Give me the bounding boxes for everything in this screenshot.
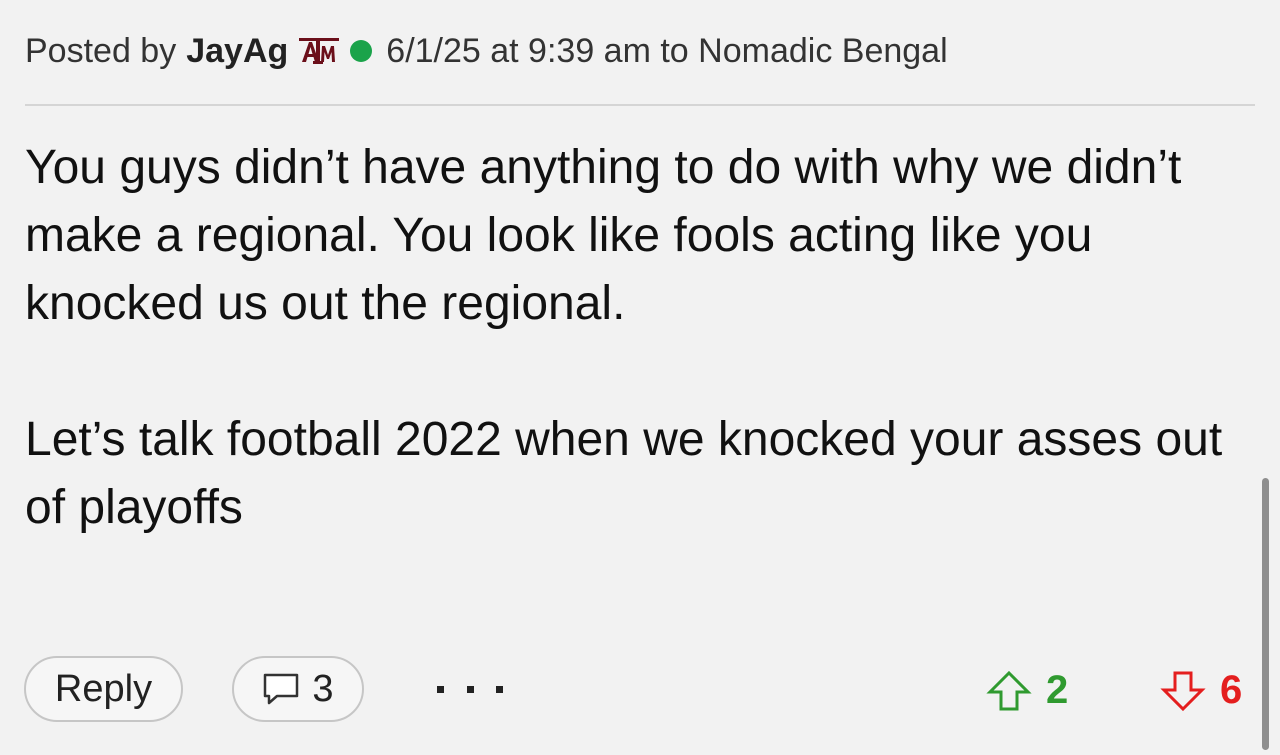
upvote-count: 2 bbox=[1046, 668, 1069, 712]
scrollbar[interactable] bbox=[1262, 478, 1269, 750]
more-dot bbox=[466, 685, 474, 693]
downvote-count: 6 bbox=[1220, 668, 1243, 712]
downvote-control[interactable]: 6 bbox=[1160, 668, 1242, 713]
post-timestamp: 6/1/25 at 9:39 am to Nomadic Bengal bbox=[386, 31, 948, 70]
reply-button-label: Reply bbox=[54, 667, 153, 710]
comments-button[interactable]: 3 bbox=[232, 656, 364, 722]
team-logo-icon bbox=[298, 34, 340, 68]
upvote-icon[interactable] bbox=[986, 670, 1032, 712]
posted-by-label: Posted by bbox=[25, 31, 177, 70]
online-status-icon bbox=[350, 40, 373, 62]
downvote-icon[interactable] bbox=[1160, 670, 1206, 712]
header-divider bbox=[25, 104, 1255, 106]
upvote-control[interactable]: 2 bbox=[986, 668, 1068, 713]
post-paragraph-1: You guys didn’t have anything to do with… bbox=[25, 141, 1182, 330]
post-body: You guys didn’t have anything to do with… bbox=[25, 134, 1255, 610]
post-actions: Reply 3 2 6 bbox=[0, 656, 1280, 728]
more-icon[interactable] bbox=[437, 674, 503, 704]
more-dot bbox=[437, 685, 444, 693]
reply-button[interactable]: Reply bbox=[24, 656, 183, 722]
post-header: Posted by JayAg 6/1/25 at 9:39 am to Nom… bbox=[25, 28, 948, 74]
comment-icon bbox=[262, 672, 300, 706]
post-paragraph-2: Let’s talk football 2022 when we knocked… bbox=[25, 413, 1223, 534]
username-link[interactable]: JayAg bbox=[186, 32, 288, 71]
more-dot bbox=[496, 685, 503, 693]
comment-count: 3 bbox=[312, 667, 334, 710]
